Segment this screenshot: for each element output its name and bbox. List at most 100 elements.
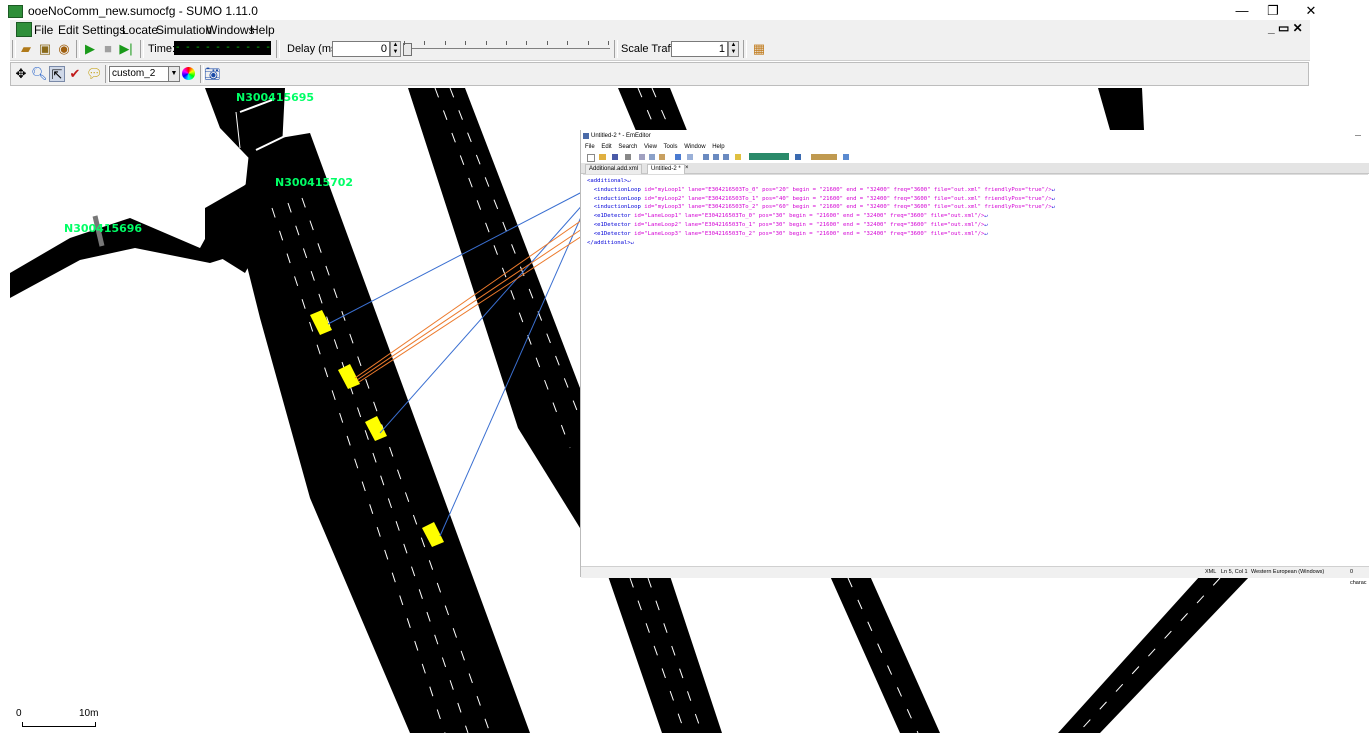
code-line: <inductionLoop id="myLoop3" lane="E30421… (587, 203, 1055, 212)
view-toolbar: ✥ 🔍︎ ⇱ ✔ 💬︎ custom_2 ▼ 📷︎ (10, 62, 1309, 86)
road-middle (408, 88, 580, 528)
chevron-down-icon[interactable]: ▼ (168, 66, 180, 82)
xml-tag: <inductionLoop (593, 186, 641, 193)
road-bottom-2 (830, 576, 940, 733)
time-label: Time: (148, 43, 176, 55)
newline-mark: ↵ (630, 239, 635, 246)
scale-traffic-spinner[interactable]: ▲ ▼ (728, 41, 739, 57)
editor-menu-help[interactable]: Help (712, 144, 724, 150)
zoom-icon[interactable]: 🔍︎ (31, 66, 48, 82)
code-line: <e1Detector id="LaneLoop2" lane="E304216… (587, 221, 988, 230)
paste-icon[interactable] (659, 154, 665, 160)
redo-icon[interactable] (687, 154, 693, 160)
menu-windows[interactable]: Windows (206, 23, 255, 37)
tab-additional-add-xml[interactable]: Additional.add.xml (585, 164, 643, 174)
road-bottom-1 (608, 576, 722, 733)
editor-title: Untitled-2 * - EmEditor (591, 133, 651, 139)
restore-button[interactable]: ❐ (1256, 2, 1290, 20)
slider-tick (526, 41, 528, 45)
reload-network-icon[interactable]: ▣ (37, 41, 53, 57)
code-line: <additional>↵ (587, 177, 631, 186)
toolbar-separator (76, 40, 80, 58)
calendar-icon[interactable]: ▦ (751, 41, 767, 57)
menu-help[interactable]: Help (250, 23, 275, 37)
time-display: - - - - - - - - - - - - - - (174, 41, 271, 55)
find-prev-icon[interactable] (723, 154, 729, 160)
editor-menu-tools[interactable]: Tools (664, 144, 678, 150)
xml-attributes: id="LaneLoop2" lane="E304216503To_1" pos… (630, 222, 985, 228)
color-scheme-select[interactable]: custom_2 (109, 66, 177, 82)
tab-untitled-2[interactable]: Untitled-2 * (647, 164, 685, 174)
status-mode: XML (1205, 569, 1217, 575)
highlight-icon[interactable] (735, 154, 741, 160)
find-next-icon[interactable] (713, 154, 719, 160)
reload-icon[interactable]: ◉ (56, 41, 72, 57)
run-icon[interactable]: ▶ (82, 41, 98, 57)
slider-tick (608, 41, 609, 45)
junction-label: N300415702 (275, 176, 354, 189)
editor-minimize-button[interactable]: — (1355, 130, 1361, 142)
slider-tick (506, 41, 507, 45)
tab-close-icon[interactable]: × (685, 164, 689, 173)
menu-file[interactable]: File (34, 23, 53, 37)
menu-edit[interactable]: Edit (58, 23, 79, 37)
save-icon[interactable] (612, 154, 618, 160)
delay-slider-track[interactable] (404, 48, 610, 49)
editor-menu-search[interactable]: Search (618, 144, 637, 150)
screenshot-icon[interactable]: 📷︎ (204, 66, 221, 82)
print-icon[interactable] (625, 154, 631, 160)
delay-spinner[interactable]: ▲ ▼ (390, 41, 401, 57)
code-line: <inductionLoop id="myLoop1" lane="E30421… (587, 186, 1055, 195)
newline-mark: ↵ (984, 213, 988, 220)
menu-simulation[interactable]: Simulation (156, 23, 212, 37)
open-icon[interactable] (599, 154, 606, 160)
editor-text-area[interactable]: <additional>↵ <inductionLoop id="myLoop1… (583, 174, 1368, 567)
view-mode-icons[interactable] (749, 153, 789, 160)
new-file-icon[interactable] (587, 154, 595, 162)
close-button[interactable]: ✕ (1294, 2, 1328, 20)
window-icon[interactable] (795, 154, 801, 160)
menu-locate[interactable]: Locate (122, 23, 158, 37)
locate-cursor-icon[interactable]: ⇱ (49, 66, 65, 82)
slider-tick (444, 41, 446, 45)
editor-menu-view[interactable]: View (644, 144, 657, 150)
code-line: <e1Detector id="LaneLoop1" lane="E304216… (587, 212, 988, 221)
editor-menu-edit[interactable]: Edit (601, 144, 611, 150)
junction-label: N300415696 (64, 222, 143, 235)
stop-icon[interactable]: ■ (100, 41, 116, 57)
code-line: <inductionLoop id="myLoop2" lane="E30421… (587, 195, 1055, 204)
open-folder-icon[interactable]: ▰ (18, 41, 34, 57)
step-icon[interactable]: ▶| (118, 41, 134, 57)
slider-tick (546, 41, 548, 45)
editor-menu-file[interactable]: File (585, 144, 595, 150)
macro-icons[interactable] (811, 154, 837, 160)
minimize-button[interactable]: — (1225, 2, 1259, 20)
settings-icon[interactable] (843, 154, 849, 160)
locate-junction-icon[interactable]: ✔ (67, 66, 83, 82)
scale-bar (22, 722, 96, 727)
newline-mark: ↵ (1051, 186, 1056, 193)
mdi-window-controls[interactable]: _ ▭ ✕ (1268, 21, 1303, 35)
undo-icon[interactable] (675, 154, 681, 160)
delay-input[interactable]: 0 (332, 41, 390, 57)
xml-tag: <e1Detector (593, 222, 631, 228)
slider-tick (404, 41, 405, 45)
find-icon[interactable] (703, 154, 709, 160)
editor-menu-window[interactable]: Window (684, 144, 705, 150)
status-encoding: Western European (Windows) (1251, 569, 1325, 575)
xml-tag: <inductionLoop (593, 195, 641, 202)
toolbar-separator (276, 40, 280, 58)
window-title: ooeNoComm_new.sumocfg - SUMO 1.11.0 (28, 4, 258, 18)
color-wheel-icon[interactable] (182, 67, 195, 80)
recenter-view-icon[interactable]: ✥ (13, 66, 29, 82)
copy-icon[interactable] (649, 154, 655, 160)
mdi-child-icon[interactable] (16, 22, 32, 37)
cut-icon[interactable] (639, 154, 645, 160)
scale-traffic-input[interactable]: 1 (671, 41, 728, 57)
tooltip-icon[interactable]: 💬︎ (86, 66, 103, 82)
menu-settings[interactable]: Settings (82, 23, 125, 37)
